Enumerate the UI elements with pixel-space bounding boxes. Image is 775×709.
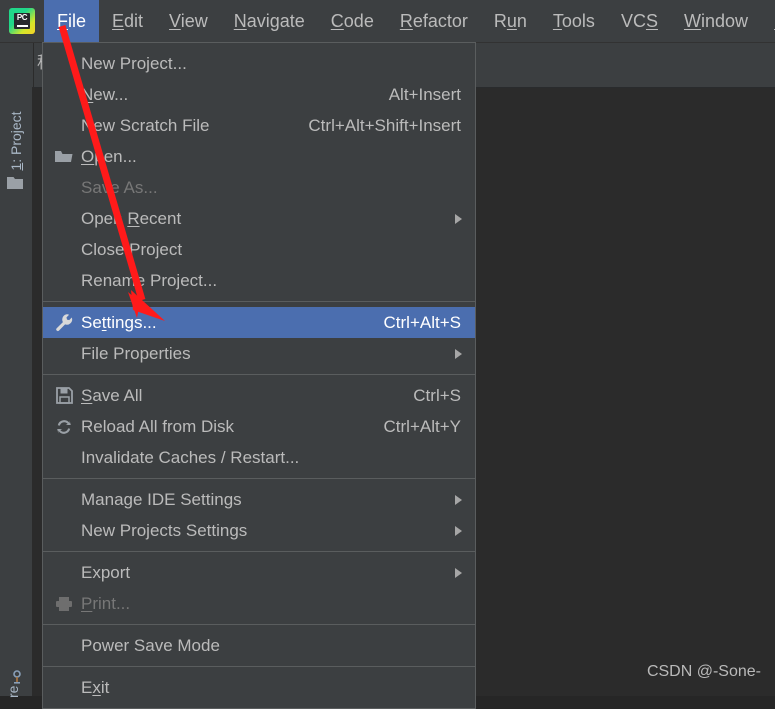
menu-separator xyxy=(43,301,475,302)
menu-item-window[interactable]: Window xyxy=(671,0,761,42)
file-menu-item-save-as: Save As... xyxy=(43,172,475,203)
csdn-watermark: CSDN @-Sone- xyxy=(646,663,761,680)
file-menu-item-shortcut: Alt+Insert xyxy=(388,84,461,104)
file-menu-item-label: Manage IDE Settings xyxy=(81,489,242,509)
file-menu-item-invalidate-caches-restart[interactable]: Invalidate Caches / Restart... xyxy=(43,442,475,473)
file-menu-item-label: Reload All from Disk xyxy=(81,416,235,436)
file-menu-item-label: Settings... xyxy=(81,312,157,332)
file-menu-item-label: Close Project xyxy=(81,239,183,259)
menu-item-tools[interactable]: Tools xyxy=(540,0,608,42)
menu-item-label: Tools xyxy=(552,10,595,31)
menu-item-label: Edit xyxy=(112,10,144,31)
file-menu-item-open-recent[interactable]: Open Recent xyxy=(43,203,475,234)
folder-icon xyxy=(51,141,77,172)
menu-item-label: Refactor xyxy=(399,10,468,31)
menu-item-vcs[interactable]: VCS xyxy=(608,0,671,42)
menu-item-label: File xyxy=(57,10,87,31)
menu-item-help[interactable]: Help xyxy=(761,0,775,42)
menu-separator xyxy=(43,624,475,625)
file-menu-item-label: New Scratch File xyxy=(81,115,210,135)
file-menu-item-label: Print... xyxy=(81,593,131,613)
file-menu-item-label: Export xyxy=(81,562,131,582)
sidebar-item-project-label: 1: Project xyxy=(8,111,24,171)
file-menu-dropdown[interactable]: New Project... New... Alt+Insert New Scratc… xyxy=(42,42,476,709)
file-menu-item-reload-all-from-disk[interactable]: Reload All from Disk Ctrl+Alt+Y xyxy=(43,411,475,442)
menu-item-navigate[interactable]: Navigate xyxy=(221,0,318,42)
file-menu-item-label: Power Save Mode xyxy=(81,635,220,655)
file-menu-item-file-properties[interactable]: File Properties xyxy=(43,338,475,369)
submenu-chevron-icon xyxy=(455,526,462,536)
menu-item-label: Code xyxy=(330,10,374,31)
file-menu-item-export[interactable]: Export xyxy=(43,557,475,588)
menu-item-label: Window xyxy=(683,10,748,31)
file-menu-item-label: Invalidate Caches / Restart... xyxy=(81,447,300,467)
file-menu-item-new-project[interactable]: New Project... xyxy=(43,48,475,79)
menu-item-view[interactable]: View xyxy=(156,0,221,42)
sidebar-item-project[interactable]: 1: Project xyxy=(2,96,30,186)
file-menu-item-save-all[interactable]: Save All Ctrl+S xyxy=(43,380,475,411)
file-menu-item-shortcut: Ctrl+Alt+Y xyxy=(383,416,461,436)
main-menu-bar: PC File Edit View Navigate Code Refactor Run To… xyxy=(0,0,775,43)
file-menu-item-new-scratch-file[interactable]: New Scratch File Ctrl+Alt+Shift+Insert xyxy=(43,110,475,141)
file-menu-item-new[interactable]: New... Alt+Insert xyxy=(43,79,475,110)
refresh-icon xyxy=(51,411,77,442)
pycharm-logo-icon: PC xyxy=(9,8,35,34)
printer-icon xyxy=(51,588,77,619)
file-menu-item-label: Save As... xyxy=(81,177,158,197)
file-menu-item-label: Open... xyxy=(81,146,137,166)
file-menu-item-new-projects-settings[interactable]: New Projects Settings xyxy=(43,515,475,546)
pycharm-window: 程序 1: Project re PC FileEditViewNavigate… xyxy=(0,0,775,709)
folder-icon[interactable] xyxy=(7,175,25,195)
menu-item-label: View xyxy=(169,10,208,31)
file-menu-item-open[interactable]: Open... xyxy=(43,141,475,172)
menu-item-run[interactable]: Run xyxy=(481,0,540,42)
file-menu-item-settings[interactable]: Settings... Ctrl+Alt+S xyxy=(43,307,475,338)
file-menu-item-label: Save All xyxy=(81,385,143,405)
menu-item-label: VCS xyxy=(620,10,658,31)
menu-item-file[interactable]: File xyxy=(44,0,100,42)
submenu-chevron-icon xyxy=(455,568,462,578)
submenu-chevron-icon xyxy=(455,349,462,359)
menu-item-label: Run xyxy=(493,10,527,31)
file-menu-item-label: File Properties xyxy=(81,343,191,363)
menu-item-list: File Edit View Navigate Code Refactor Run Tools… xyxy=(44,0,775,42)
file-menu-item-label: New Projects Settings xyxy=(81,520,248,540)
file-menu-item-power-save-mode[interactable]: Power Save Mode xyxy=(43,630,475,661)
menu-item-label: Navigate xyxy=(233,10,305,31)
file-menu-item-print: Print... xyxy=(43,588,475,619)
menu-separator xyxy=(43,551,475,552)
menu-separator xyxy=(43,666,475,667)
menu-item-code[interactable]: Code xyxy=(318,0,387,42)
structure-icon[interactable] xyxy=(10,670,24,691)
file-menu-item-label: Open Recent xyxy=(81,208,182,228)
file-menu-item-label: Rename Project... xyxy=(81,270,218,290)
pycharm-logo-text: PC xyxy=(16,13,28,22)
menu-separator xyxy=(43,374,475,375)
submenu-chevron-icon xyxy=(455,495,462,505)
file-menu-item-shortcut: Ctrl+Alt+S xyxy=(383,312,461,332)
toolbar-left-gutter xyxy=(0,42,34,87)
submenu-chevron-icon xyxy=(455,214,462,224)
menu-item-refactor[interactable]: Refactor xyxy=(387,0,481,42)
menu-separator xyxy=(43,478,475,479)
file-menu-item-shortcut: Ctrl+S xyxy=(413,385,461,405)
save-icon xyxy=(51,380,77,411)
file-menu-item-manage-ide-settings[interactable]: Manage IDE Settings xyxy=(43,484,475,515)
file-menu-item-close-project[interactable]: Close Project xyxy=(43,234,475,265)
menu-item-edit[interactable]: Edit xyxy=(99,0,156,42)
file-menu-item-rename-project[interactable]: Rename Project... xyxy=(43,265,475,296)
file-menu-item-label: New... xyxy=(81,84,129,104)
file-menu-item-exit[interactable]: Exit xyxy=(43,672,475,703)
file-menu-item-shortcut: Ctrl+Alt+Shift+Insert xyxy=(308,115,461,135)
wrench-icon xyxy=(51,307,77,338)
file-menu-item-label: New Project... xyxy=(81,53,187,73)
file-menu-item-label: Exit xyxy=(81,677,110,697)
